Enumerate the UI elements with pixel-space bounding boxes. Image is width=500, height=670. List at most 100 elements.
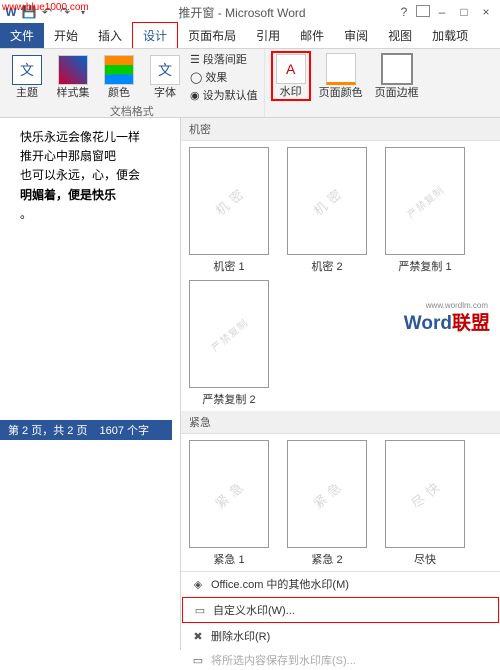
maximize-icon[interactable]: □ — [454, 5, 474, 19]
watermark-preview-text: 紧 急 — [309, 476, 346, 511]
themes-icon: 文 — [12, 55, 42, 85]
colors-button[interactable]: 颜色 — [98, 53, 140, 101]
styles-button[interactable]: 样式集 — [52, 53, 94, 101]
doc-line: 快乐永远会像花儿一样 — [20, 128, 172, 147]
tab-mailings[interactable]: 邮件 — [290, 23, 334, 48]
thumb-label: 严禁复制 1 — [398, 258, 451, 274]
thumb-label: 尽快 — [414, 551, 436, 567]
tab-file[interactable]: 文件 — [0, 23, 44, 48]
tab-layout[interactable]: 页面布局 — [178, 23, 246, 48]
watermark-gallery: 机密 机 密 机密 1 机 密 机密 2 严禁复制 严禁复制 1 严禁复制 严禁… — [180, 118, 500, 650]
thumb-label: 紧急 2 — [311, 551, 342, 567]
remove-icon: ✖ — [191, 629, 205, 643]
office-icon: ◈ — [191, 577, 205, 591]
watermark-option[interactable]: 机 密 机密 2 — [287, 147, 367, 274]
thumb-label: 机密 2 — [311, 258, 342, 274]
status-page[interactable]: 第 2 页，共 2 页 — [8, 422, 87, 438]
doc-line: 也可以永远，心，便会 — [20, 166, 172, 185]
fonts-label: 字体 — [154, 87, 176, 99]
set-default-label: 设为默认值 — [203, 87, 258, 103]
page-border-button[interactable]: 页面边框 — [371, 51, 423, 101]
watermark-preview-text: 严禁复制 — [403, 181, 446, 221]
colors-icon — [104, 55, 134, 85]
menu-label: 自定义水印(W)... — [213, 602, 295, 618]
status-words[interactable]: 1607 个字 — [99, 422, 149, 438]
tab-home[interactable]: 开始 — [44, 23, 88, 48]
watermark-menu: ◈ Office.com 中的其他水印(M) ▭ 自定义水印(W)... ✖ 删… — [181, 571, 500, 670]
effects-button[interactable]: ◯效果 — [190, 69, 258, 85]
ribbon-options-icon[interactable] — [416, 5, 430, 17]
close-icon[interactable]: × — [476, 5, 496, 19]
ribbon: 文 主题 样式集 颜色 文 字体 ☰段落间距 ◯效果 ◉设为默认值 文档格式 — [0, 49, 500, 118]
ribbon-tabs: 文件 开始 插入 设计 页面布局 引用 邮件 审阅 视图 加载项 — [0, 24, 500, 49]
document-page[interactable]: 快乐永远会像花儿一样 推开心中那扇窗吧 也可以永远，心，便会 明媚着，便是快乐 … — [0, 118, 180, 440]
menu-office-more[interactable]: ◈ Office.com 中的其他水印(M) — [181, 572, 500, 596]
colors-label: 颜色 — [108, 87, 130, 99]
section-confidential: 机密 — [181, 118, 500, 141]
watermark-option[interactable]: 严禁复制 严禁复制 1 — [385, 147, 465, 274]
themes-button[interactable]: 文 主题 — [6, 53, 48, 101]
section-urgent: 紧急 — [181, 411, 500, 434]
thumb-label: 机密 1 — [213, 258, 244, 274]
watermark-option[interactable]: 尽 快 尽快 — [385, 440, 465, 567]
menu-remove-watermark[interactable]: ✖ 删除水印(R) — [181, 624, 500, 648]
page-border-icon — [381, 53, 413, 85]
doc-line: 推开心中那扇窗吧 — [20, 147, 172, 166]
content-area: 快乐永远会像花儿一样 推开心中那扇窗吧 也可以永远，心，便会 明媚着，便是快乐 … — [0, 118, 500, 440]
custom-icon: ▭ — [193, 603, 207, 617]
ribbon-group-page-bg: A 水印 页面颜色 页面边框 — [265, 49, 429, 117]
fonts-icon: 文 — [150, 55, 180, 85]
watermark-label: 水印 — [280, 86, 302, 98]
ribbon-group-doc-format: 文 主题 样式集 颜色 文 字体 ☰段落间距 ◯效果 ◉设为默认值 文档格式 — [0, 49, 265, 117]
watermark-preview-text: 严禁复制 — [207, 314, 250, 354]
tab-design[interactable]: 设计 — [132, 22, 178, 48]
thumb-label: 紧急 1 — [213, 551, 244, 567]
para-spacing-label: 段落间距 — [203, 51, 247, 67]
save-selection-icon: ▭ — [191, 653, 205, 667]
watermark-option[interactable]: 紧 急 紧急 2 — [287, 440, 367, 567]
para-spacing-icon: ☰ — [190, 53, 200, 66]
tab-references[interactable]: 引用 — [246, 23, 290, 48]
styles-label: 样式集 — [57, 87, 90, 99]
watermark-preview-text: 机 密 — [309, 183, 346, 218]
menu-custom-watermark[interactable]: ▭ 自定义水印(W)... — [182, 597, 499, 623]
set-default-button[interactable]: ◉设为默认值 — [190, 87, 258, 103]
menu-label: 删除水印(R) — [211, 628, 270, 644]
help-icon[interactable]: ? — [394, 5, 414, 19]
group-page-bg-label — [345, 101, 348, 115]
watermark-option[interactable]: 紧 急 紧急 1 — [189, 440, 269, 567]
page-color-label: 页面颜色 — [319, 87, 363, 99]
doc-line: 。 — [20, 205, 172, 224]
page-border-label: 页面边框 — [375, 87, 419, 99]
window-controls: ? – □ × — [394, 5, 496, 19]
set-default-icon: ◉ — [190, 89, 200, 102]
menu-label: Office.com 中的其他水印(M) — [211, 576, 349, 592]
themes-label: 主题 — [16, 87, 38, 99]
styles-icon — [58, 55, 88, 85]
watermark-button[interactable]: A 水印 — [271, 51, 311, 101]
page-color-button[interactable]: 页面颜色 — [315, 51, 367, 101]
tab-view[interactable]: 视图 — [378, 23, 422, 48]
thumb-label: 严禁复制 2 — [202, 391, 255, 407]
menu-save-selection[interactable]: ▭ 将所选内容保存到水印库(S)... — [181, 648, 500, 670]
page-color-icon — [326, 53, 356, 85]
watermark-option[interactable]: 机 密 机密 1 — [189, 147, 269, 274]
watermark-preview-text: 紧 急 — [211, 476, 248, 511]
effects-icon: ◯ — [190, 71, 202, 84]
url-watermark: www.blue1000.com — [2, 2, 89, 13]
fonts-button[interactable]: 文 字体 — [144, 53, 186, 101]
tab-insert[interactable]: 插入 — [88, 23, 132, 48]
tab-review[interactable]: 审阅 — [334, 23, 378, 48]
menu-label: 将所选内容保存到水印库(S)... — [211, 652, 356, 668]
watermark-preview-text: 机 密 — [211, 183, 248, 218]
effects-label: 效果 — [205, 69, 227, 85]
watermark-preview-text: 尽 快 — [407, 476, 444, 511]
window-title: 推开窗 - Microsoft Word — [90, 4, 394, 21]
minimize-icon[interactable]: – — [432, 5, 452, 19]
status-bar: 第 2 页，共 2 页 1607 个字 — [0, 420, 172, 440]
doc-line: 明媚着，便是快乐 — [20, 186, 172, 205]
watermark-icon: A — [276, 54, 306, 84]
tab-addins[interactable]: 加载项 — [422, 23, 478, 48]
watermark-option[interactable]: 严禁复制 严禁复制 2 — [189, 280, 269, 407]
para-spacing-button[interactable]: ☰段落间距 — [190, 51, 258, 67]
